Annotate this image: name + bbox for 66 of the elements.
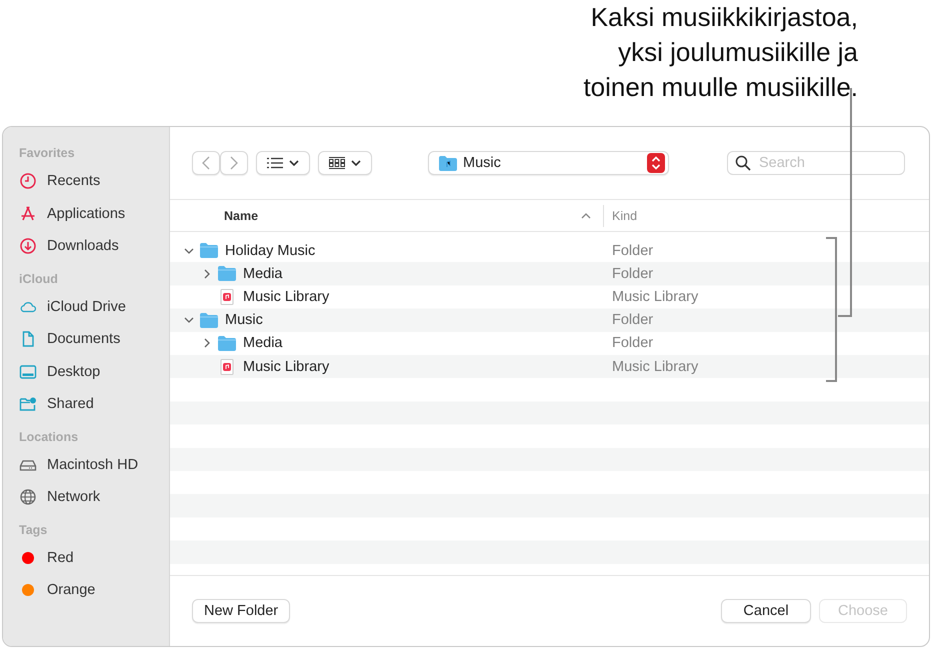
list-icon — [267, 157, 283, 169]
file-row[interactable]: Media Folder — [170, 332, 929, 355]
file-kind: Folder — [612, 312, 654, 328]
chevron-right-icon[interactable] — [202, 338, 212, 348]
callout-text: Kaksi musiikkikirjastoa, — [590, 1, 858, 34]
chevron-down-icon[interactable] — [184, 315, 194, 326]
file-name: Music Library — [243, 288, 330, 305]
folder-icon — [218, 336, 236, 351]
file-name: Media — [243, 266, 282, 282]
desktop-icon — [19, 362, 37, 381]
chevron-right-icon — [230, 156, 238, 170]
sidebar-item[interactable]: iCloud Drive — [19, 290, 169, 323]
sidebar-item[interactable]: Orange — [19, 574, 169, 606]
callout-text: yksi joulumusiikille ja — [618, 36, 858, 69]
dialog-button[interactable]: New Folder — [192, 599, 290, 623]
file-kind: Music Library — [612, 358, 698, 375]
file-name: Holiday Music — [225, 242, 316, 259]
chevron-right-icon[interactable] — [202, 268, 212, 279]
sidebar-item[interactable]: Red — [19, 542, 169, 574]
music-library-icon — [218, 288, 236, 305]
file-name: Music — [225, 312, 263, 328]
file-kind: Folder — [612, 242, 654, 259]
chevron-left-icon — [202, 156, 210, 170]
sidebar-item[interactable]: Macintosh HD — [19, 448, 169, 481]
sidebar-item[interactable]: Downloads — [19, 230, 169, 262]
file-row[interactable]: Music Library Music Library — [170, 285, 929, 309]
download-icon — [19, 237, 37, 256]
location-popup[interactable]: Music — [428, 151, 669, 175]
caret-icon — [351, 160, 361, 166]
sidebar-item[interactable]: Shared — [19, 388, 169, 420]
callout-text: toinen muulle musiikille. — [583, 71, 858, 104]
search-field[interactable]: Search — [727, 151, 905, 175]
applications-icon — [19, 204, 37, 223]
music-folder-icon — [439, 156, 457, 170]
folder-icon — [218, 266, 236, 282]
chevron-down-icon[interactable] — [184, 246, 194, 256]
sidebar-item[interactable]: Applications — [19, 198, 169, 230]
globe-icon — [19, 488, 37, 506]
folder-icon — [200, 243, 218, 258]
file-name: Media — [243, 335, 282, 352]
file-kind: Music Library — [612, 288, 698, 305]
dialog-button[interactable]: Cancel — [721, 599, 811, 623]
sidebar-item[interactable]: Documents — [19, 323, 169, 356]
folder-icon — [200, 312, 218, 328]
column-header[interactable]: Name — [170, 204, 604, 226]
file-row[interactable]: Holiday Music Folder — [170, 239, 929, 262]
music-library-icon — [218, 358, 236, 375]
stepper-icon — [647, 153, 665, 173]
list-view-button[interactable] — [256, 151, 310, 175]
section-header: iCloud — [19, 272, 59, 288]
section-header: Favorites — [19, 146, 76, 162]
column-header[interactable]: Kind — [604, 204, 929, 226]
caret-icon — [289, 160, 299, 166]
section-header: Locations — [19, 430, 80, 446]
clock-icon — [19, 172, 37, 190]
file-name: Music Library — [243, 358, 330, 375]
file-kind: Folder — [612, 266, 654, 282]
sidebar-item[interactable]: Recents — [19, 165, 169, 198]
search-icon — [735, 155, 751, 171]
section-header: Tags — [19, 522, 48, 538]
grid-icon — [329, 157, 345, 169]
grid-view-button[interactable] — [318, 151, 372, 175]
shared-folder-icon — [19, 395, 37, 414]
file-kind: Folder — [612, 335, 654, 352]
sidebar-item[interactable]: Desktop — [19, 356, 169, 388]
sidebar-item[interactable]: Network — [19, 481, 169, 514]
